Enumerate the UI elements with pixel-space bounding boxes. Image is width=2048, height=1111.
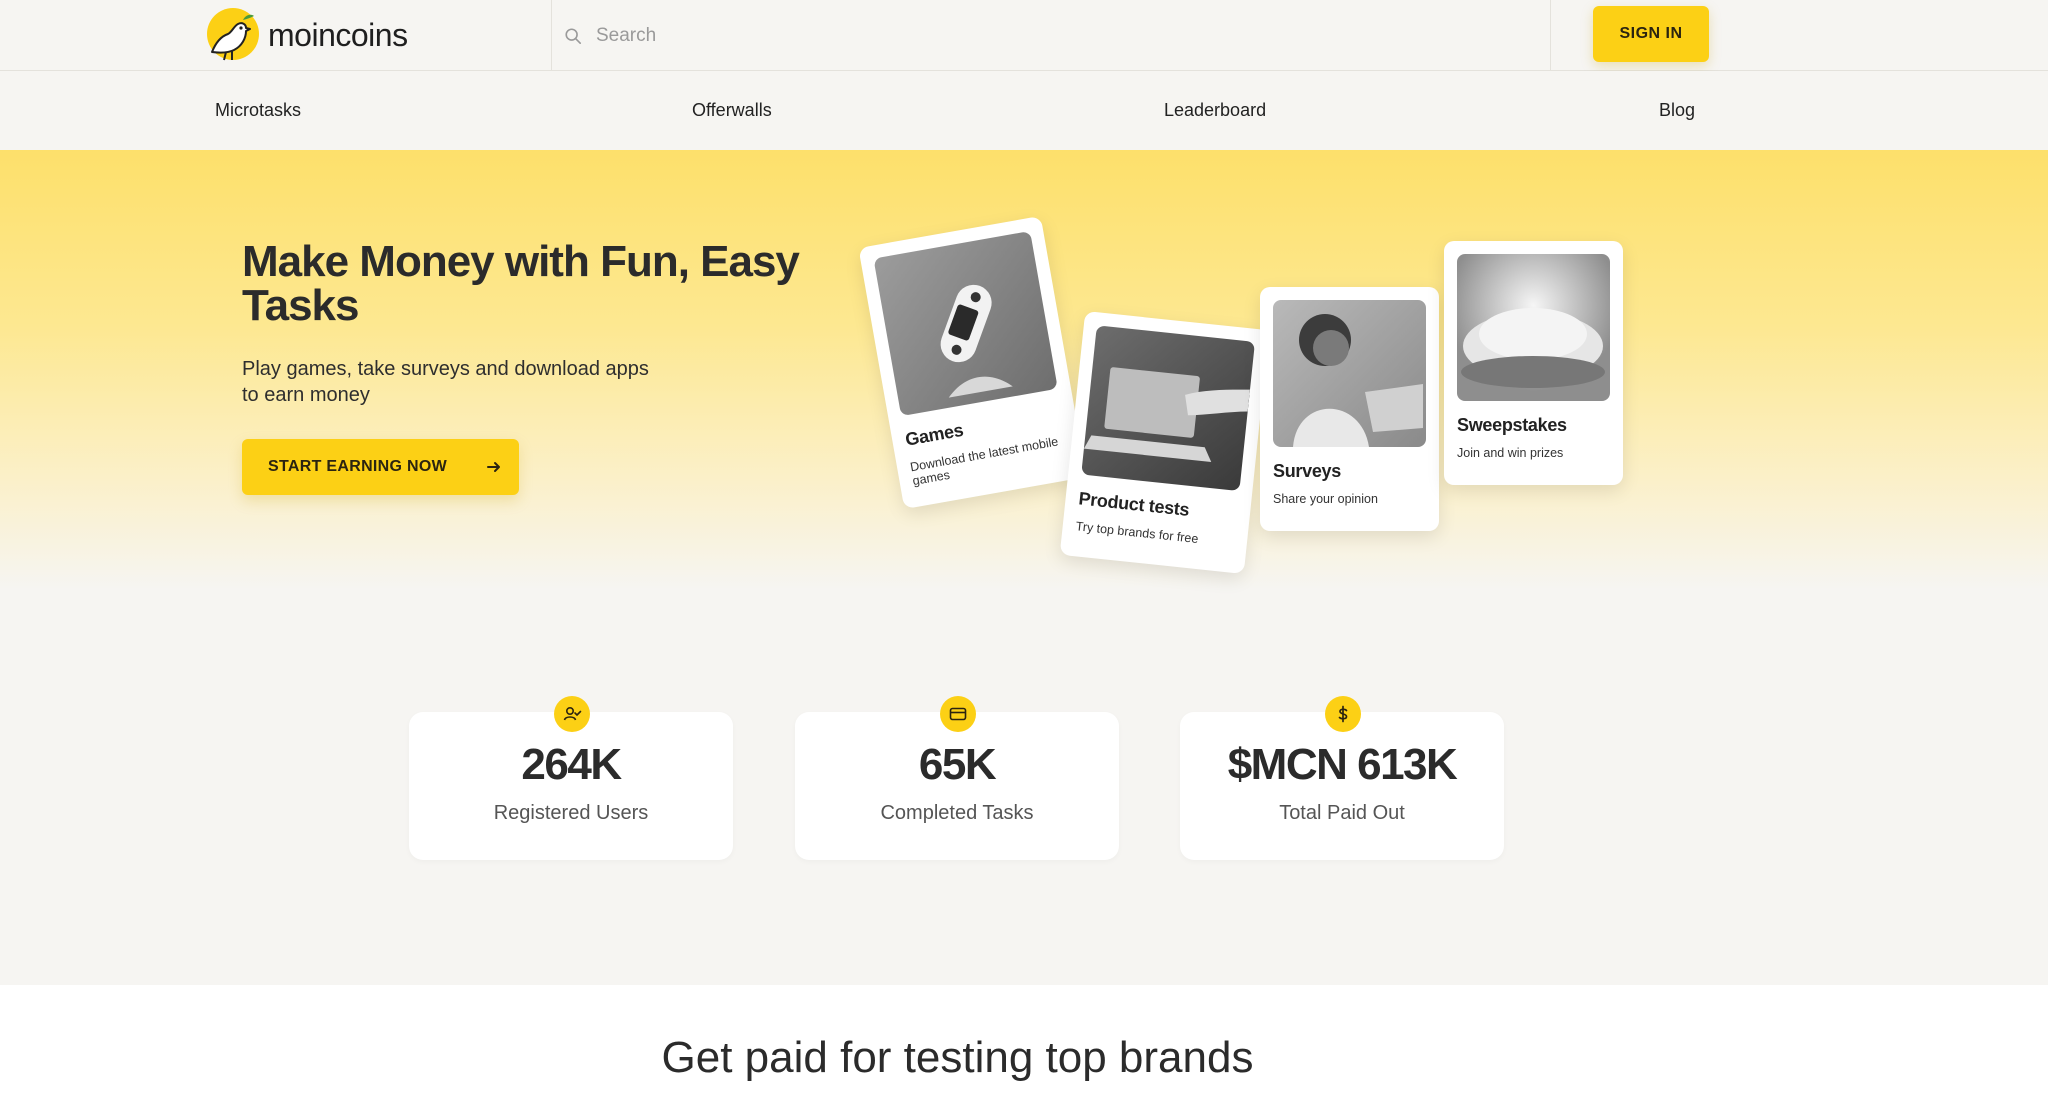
- nav-item-leaderboard[interactable]: Leaderboard: [1164, 71, 1266, 150]
- stat-card-paid-out: $MCN 613K Total Paid Out: [1180, 696, 1504, 860]
- sweepstakes-image: [1457, 254, 1610, 401]
- category-card-sweepstakes[interactable]: Sweepstakes Join and win prizes: [1444, 241, 1623, 485]
- stat-value: 65K: [918, 740, 997, 789]
- gamepad-icon: [940, 284, 1013, 398]
- category-card-games[interactable]: Games Download the latest mobile games: [858, 215, 1087, 510]
- main-nav: Microtasks Offerwalls Leaderboard Blog: [0, 71, 2048, 150]
- user-check-icon: [554, 696, 590, 732]
- stat-card-users: 264K Registered Users: [409, 696, 733, 860]
- section-title: Get paid for testing top brands: [661, 1033, 1254, 1082]
- brands-section: Get paid for testing top brands: [0, 985, 2048, 1111]
- arrow-right-icon: [487, 462, 500, 472]
- card-description: Join and win prizes: [1457, 446, 1564, 460]
- search-input[interactable]: [594, 23, 1294, 48]
- product-tests-image: [1081, 325, 1256, 492]
- hero-section: Make Money with Fun, Easy Tasks Play gam…: [0, 150, 2048, 590]
- search-icon: [565, 27, 582, 44]
- dollar-icon: [1325, 696, 1361, 732]
- card-description: Share your opinion: [1273, 492, 1378, 506]
- card-title: Product tests: [1077, 488, 1191, 520]
- brand-name: moincoins: [268, 16, 408, 53]
- start-earning-button[interactable]: START EARNING NOW: [242, 439, 519, 495]
- category-card-product-tests[interactable]: Product tests Try top brands for free: [1059, 311, 1270, 574]
- nav-item-microtasks[interactable]: Microtasks: [215, 71, 301, 150]
- stat-value: 264K: [521, 740, 622, 789]
- tickets-icon: [1461, 308, 1605, 388]
- hero-title: Make Money with Fun, Easy Tasks: [242, 237, 800, 330]
- top-bar: moincoins SIGN IN: [0, 0, 2048, 71]
- card-title: Surveys: [1273, 461, 1341, 481]
- nav-item-blog[interactable]: Blog: [1659, 71, 1695, 150]
- person-photo-icon: [1293, 314, 1423, 447]
- card-title: Sweepstakes: [1457, 415, 1567, 435]
- bird-logo-icon: [207, 8, 259, 61]
- hero-subtitle: Play games, take surveys and download ap…: [242, 358, 649, 406]
- search-bar[interactable]: [551, 0, 1551, 71]
- games-image: [873, 231, 1058, 417]
- category-card-surveys[interactable]: Surveys Share your opinion: [1260, 287, 1439, 531]
- laptop-icon: [1083, 367, 1250, 462]
- stat-label: Total Paid Out: [1279, 802, 1405, 824]
- stat-value: $MCN 613K: [1227, 740, 1458, 789]
- stat-card-tasks: 65K Completed Tasks: [795, 696, 1119, 860]
- card-description: Try top brands for free: [1075, 519, 1200, 547]
- card-icon: [940, 696, 976, 732]
- nav-item-offerwalls[interactable]: Offerwalls: [692, 71, 772, 150]
- start-earning-label: START EARNING NOW: [268, 458, 448, 475]
- sign-in-button[interactable]: SIGN IN: [1593, 6, 1709, 62]
- surveys-image: [1273, 300, 1426, 447]
- brand-logo[interactable]: moincoins: [202, 6, 408, 64]
- stat-label: Registered Users: [493, 802, 649, 824]
- stat-label: Completed Tasks: [880, 802, 1034, 824]
